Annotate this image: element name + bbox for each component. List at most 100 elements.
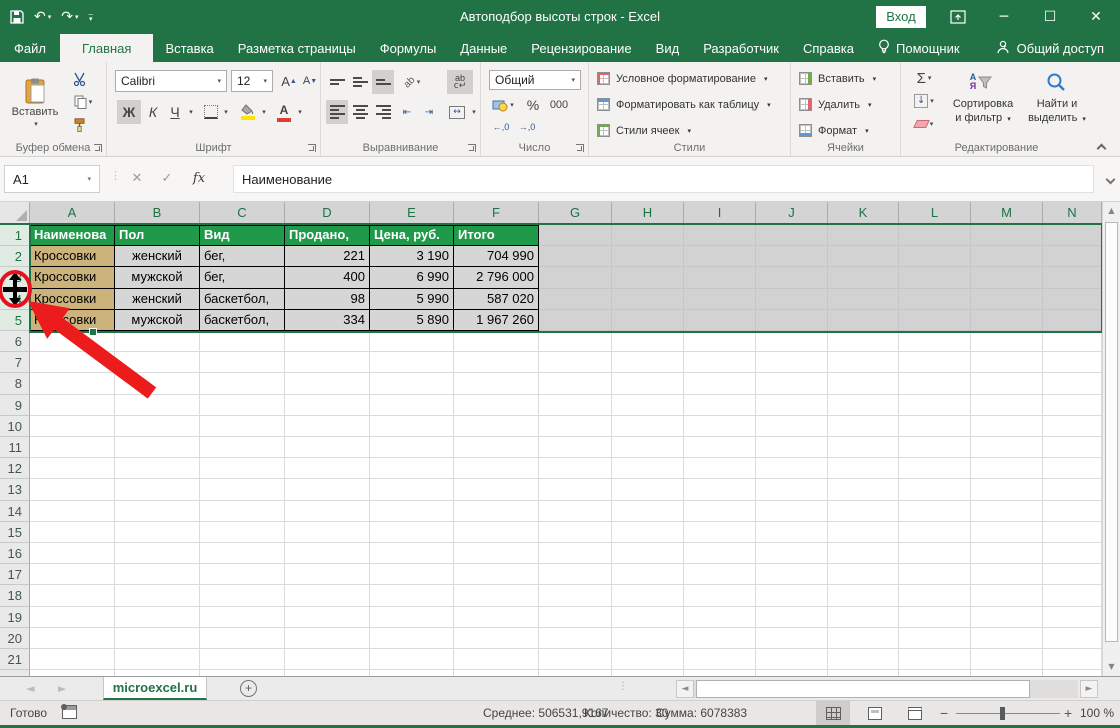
macro-record-icon[interactable] (62, 705, 77, 719)
row-header-17[interactable]: 17 (0, 564, 30, 585)
tab-page-layout[interactable]: Разметка страницы (226, 34, 368, 62)
table-cell[interactable]: 400 (285, 267, 370, 288)
column-header-F[interactable]: F (454, 202, 539, 225)
table-cell[interactable]: бег, (200, 267, 285, 288)
selected-empty-cell[interactable] (684, 289, 756, 310)
table-cell[interactable]: Кроссовки (30, 246, 115, 267)
close-button[interactable]: ✕ (1074, 0, 1118, 34)
row-header-9[interactable]: 9 (0, 395, 30, 416)
selected-empty-cell[interactable] (756, 225, 828, 246)
tab-formulas[interactable]: Формулы (368, 34, 449, 62)
row-header-11[interactable]: 11 (0, 437, 30, 458)
sheet-nav-prev-icon[interactable]: ◄ (26, 682, 34, 695)
selected-empty-cell[interactable] (899, 225, 971, 246)
tab-data[interactable]: Данные (448, 34, 519, 62)
bold-button[interactable]: Ж (117, 100, 141, 124)
selected-empty-cell[interactable] (539, 289, 612, 310)
row-header-8[interactable]: 8 (0, 373, 30, 394)
status-sum[interactable]: Сумма: 6078383 (656, 706, 747, 720)
table-cell[interactable]: 3 190 (370, 246, 454, 267)
shrink-font-button[interactable]: А▼ (301, 70, 319, 92)
row-header-6[interactable]: 6 (0, 331, 30, 352)
share-button[interactable]: Общий доступ (984, 34, 1120, 62)
table-cell[interactable]: 98 (285, 289, 370, 310)
table-cell[interactable]: Кроссовки (30, 267, 115, 288)
find-select-button[interactable]: Найти ивыделить ▾ (1027, 98, 1087, 126)
selected-empty-cell[interactable] (828, 267, 899, 288)
row-header-15[interactable]: 15 (0, 522, 30, 543)
selected-empty-cell[interactable] (684, 225, 756, 246)
selected-empty-cell[interactable] (539, 267, 612, 288)
view-normal-button[interactable] (816, 701, 850, 725)
table-cell[interactable]: 6 990 (370, 267, 454, 288)
selected-empty-cell[interactable] (899, 267, 971, 288)
column-header-N[interactable]: N (1043, 202, 1102, 225)
column-header-K[interactable]: K (828, 202, 899, 225)
column-header-M[interactable]: M (971, 202, 1043, 225)
selected-empty-cell[interactable] (684, 310, 756, 331)
tab-assistant[interactable]: Помощник (866, 34, 972, 62)
format-painter-icon[interactable] (68, 116, 90, 134)
borders-icon[interactable] (203, 104, 219, 120)
font-name-combo[interactable]: Calibri▾ (115, 70, 227, 92)
selected-empty-cell[interactable] (828, 225, 899, 246)
selected-empty-cell[interactable] (971, 310, 1043, 331)
selected-empty-cell[interactable] (756, 267, 828, 288)
row-header-5[interactable]: 5 (0, 310, 30, 331)
alignment-dialog-launcher[interactable] (468, 144, 476, 152)
selected-empty-cell[interactable] (539, 310, 612, 331)
sheet-tab-active[interactable]: microexcel.ru (103, 677, 207, 700)
row-header-18[interactable]: 18 (0, 585, 30, 606)
orientation-button[interactable]: ab▾ (399, 70, 425, 94)
align-left-button[interactable] (326, 100, 348, 124)
conditional-formatting-button[interactable]: Условное форматирование▾ (597, 72, 767, 85)
row-header-7[interactable]: 7 (0, 352, 30, 373)
font-color-dropdown[interactable]: ▾ (294, 100, 304, 124)
zoom-track[interactable] (956, 713, 1060, 714)
wrap-text-button[interactable]: abc↵ (447, 70, 473, 94)
table-header-cell[interactable]: Цена, руб. (370, 225, 454, 246)
table-header-cell[interactable]: Продано, (285, 225, 370, 246)
insert-cells-button[interactable]: Вставить▾ (799, 72, 876, 85)
selected-empty-cell[interactable] (899, 310, 971, 331)
table-cell[interactable]: 5 890 (370, 310, 454, 331)
hscroll-thumb[interactable] (696, 680, 1030, 698)
row-header-19[interactable]: 19 (0, 607, 30, 628)
ribbon-display-options-icon[interactable] (936, 0, 980, 34)
selected-empty-cell[interactable] (612, 310, 684, 331)
fill-button[interactable]: ↓▾ (909, 91, 939, 111)
selected-empty-cell[interactable] (971, 246, 1043, 267)
formula-input[interactable]: Наименование (233, 165, 1094, 193)
hscroll-left-icon[interactable]: ◄ (676, 680, 694, 698)
table-header-cell[interactable]: Вид (200, 225, 285, 246)
cell-styles-button[interactable]: Стили ячеек▾ (597, 124, 691, 137)
selected-empty-cell[interactable] (1043, 289, 1102, 310)
clipboard-dialog-launcher[interactable] (94, 144, 102, 152)
column-header-D[interactable]: D (285, 202, 370, 225)
table-header-cell[interactable]: Итого (454, 225, 539, 246)
tab-insert[interactable]: Вставка (153, 34, 225, 62)
italic-button[interactable]: К (143, 100, 163, 124)
table-cell[interactable]: баскетбол, (200, 310, 285, 331)
row-header-1[interactable]: 1 (0, 225, 30, 246)
number-format-combo[interactable]: Общий▾ (489, 70, 581, 90)
zoom-in-button[interactable]: + (1064, 705, 1072, 721)
underline-dropdown[interactable]: ▾ (185, 100, 195, 124)
name-box[interactable]: A1▾ (4, 165, 100, 193)
fill-color-dropdown[interactable]: ▾ (258, 100, 268, 124)
selection-fill-handle[interactable] (89, 328, 97, 336)
row-header-3[interactable]: 3 (0, 267, 30, 288)
align-bottom-button[interactable] (372, 70, 394, 94)
selected-empty-cell[interactable] (756, 246, 828, 267)
zoom-out-button[interactable]: − (940, 705, 948, 721)
tab-view[interactable]: Вид (644, 34, 692, 62)
table-cell[interactable]: мужской (115, 310, 200, 331)
row-header-2[interactable]: 2 (0, 246, 30, 267)
view-page-break-button[interactable] (898, 701, 932, 725)
font-dialog-launcher[interactable] (308, 144, 316, 152)
selected-empty-cell[interactable] (828, 310, 899, 331)
selected-empty-cell[interactable] (756, 289, 828, 310)
column-header-A[interactable]: A (30, 202, 115, 225)
sort-filter-button[interactable]: Сортировкаи фильтр ▾ (945, 98, 1021, 126)
sign-in-button[interactable]: Вход (876, 6, 926, 28)
